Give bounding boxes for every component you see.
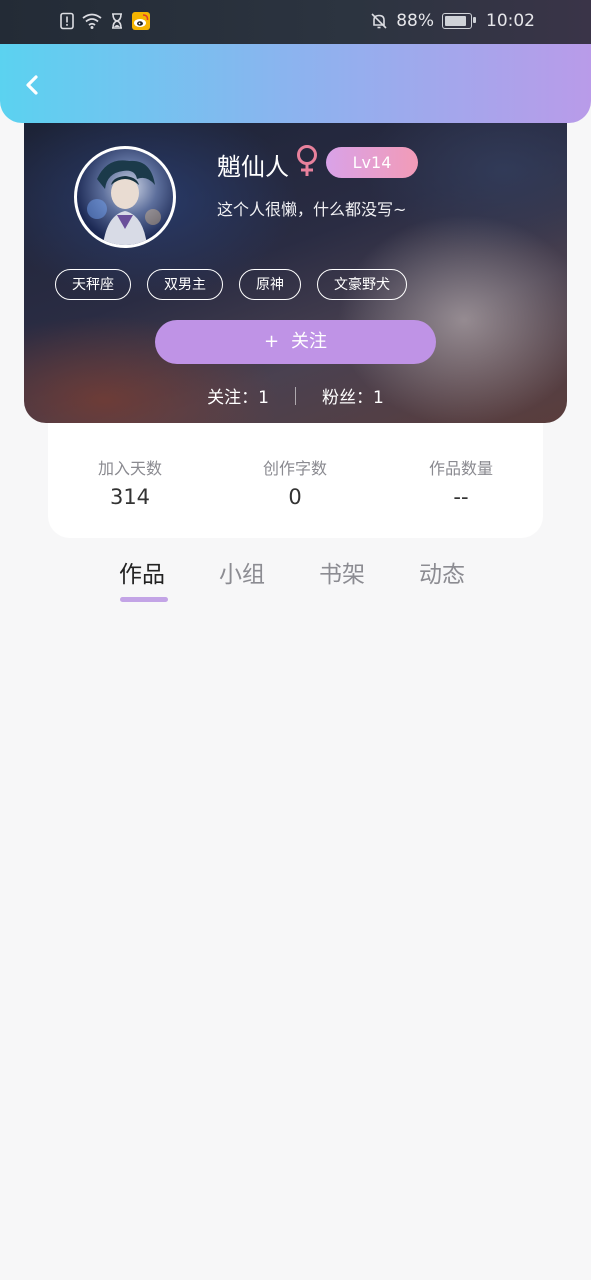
avatar[interactable] <box>74 146 176 248</box>
info-label: 创作字数 <box>262 459 327 478</box>
username: 魈仙人 <box>217 153 289 181</box>
tab-indicator <box>120 597 168 602</box>
tab-groups[interactable]: 小组 <box>219 555 265 589</box>
follow-button[interactable]: + 关注 <box>155 320 436 364</box>
info-value: -- <box>453 485 469 509</box>
bell-muted-icon <box>371 13 387 29</box>
join-days-stat: 加入天数 314 <box>50 455 210 509</box>
battery-fill <box>445 16 467 26</box>
status-icons-left <box>58 12 150 30</box>
chevron-left-icon[interactable] <box>18 70 48 100</box>
followers-count[interactable]: 粉丝：1 <box>322 383 384 408</box>
status-bar: 88% 10:02 <box>0 0 591 44</box>
level-badge: Lv14 <box>326 147 418 178</box>
info-panel: 加入天数 314 创作字数 0 作品数量 -- <box>48 423 543 538</box>
follow-stats: 关注：1 粉丝：1 <box>24 383 567 408</box>
word-count-stat: 创作字数 0 <box>215 455 375 509</box>
tab-bar: 作品 小组 书架 动态 <box>0 555 591 605</box>
clock: 10:02 <box>486 11 535 31</box>
tab-works[interactable]: 作品 <box>119 555 165 589</box>
info-label: 作品数量 <box>428 459 493 478</box>
info-value: 0 <box>288 485 302 509</box>
works-count-stat: 作品数量 -- <box>381 455 541 509</box>
follow-label: 关注 <box>291 331 328 352</box>
stats-divider <box>295 386 296 405</box>
tag-list: 天秤座 双男主 原神 文豪野犬 <box>55 269 407 300</box>
tag-chip[interactable]: 天秤座 <box>55 269 131 300</box>
status-icons-right: 88% 10:02 <box>370 11 535 31</box>
sim-alert-icon <box>60 12 74 30</box>
wifi-icon <box>82 13 102 29</box>
weibo-icon <box>132 12 150 30</box>
bio-text: 这个人很懒，什么都没写~ <box>217 200 407 219</box>
battery-percent: 88% <box>396 11 434 31</box>
plus-icon: + <box>263 331 280 352</box>
female-icon <box>297 145 317 176</box>
tag-chip[interactable]: 原神 <box>239 269 301 300</box>
tag-chip[interactable]: 文豪野犬 <box>317 269 407 300</box>
tab-activity[interactable]: 动态 <box>419 555 465 589</box>
tag-chip[interactable]: 双男主 <box>147 269 223 300</box>
battery-icon <box>442 13 476 29</box>
info-value: 314 <box>109 485 151 509</box>
hourglass-icon <box>112 13 122 29</box>
avatar-image <box>87 160 161 245</box>
profile-card: 魈仙人 Lv14 这个人很懒，什么都没写~ 天秤座 双男主 原神 文豪野犬 + 关… <box>24 110 567 423</box>
tab-bookshelf[interactable]: 书架 <box>319 555 365 589</box>
info-label: 加入天数 <box>97 459 162 478</box>
header-bar <box>0 44 591 123</box>
following-count[interactable]: 关注：1 <box>207 383 269 408</box>
